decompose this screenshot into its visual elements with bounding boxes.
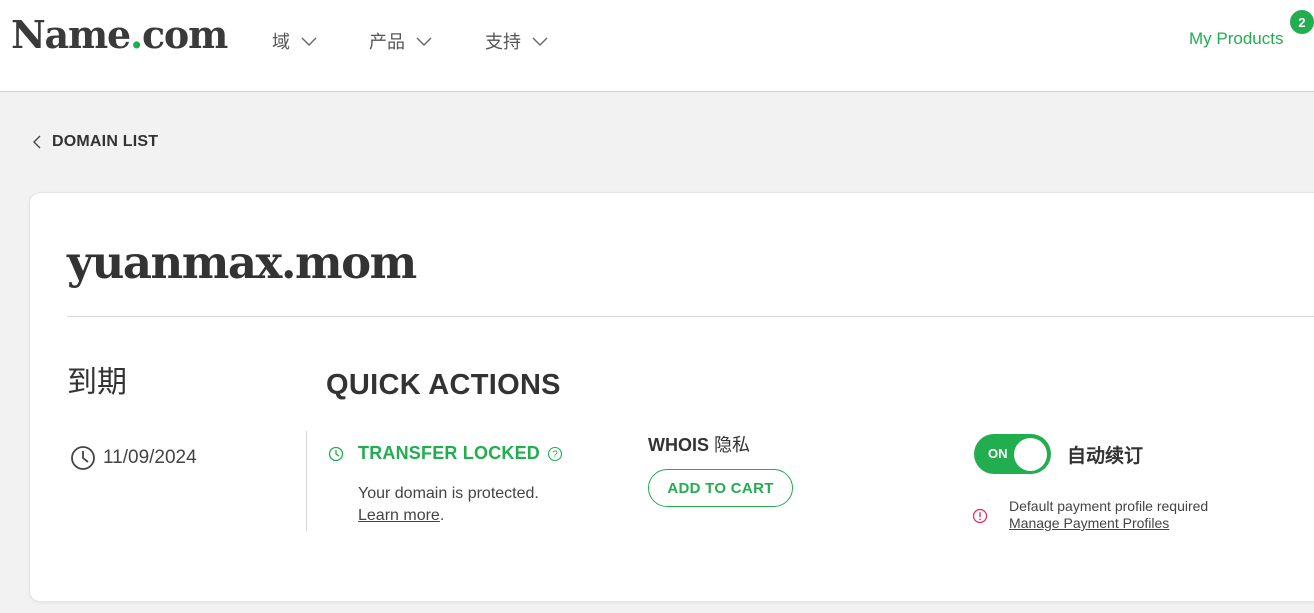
transfer-lock-text: Your domain is protected. bbox=[358, 485, 539, 502]
domain-detail-card: yuanmax.mom 到期 11/09/2024 QUICK ACTIONS … bbox=[30, 193, 1314, 601]
auto-renew-label: 自动续订 bbox=[1067, 446, 1144, 467]
toggle-knob bbox=[1014, 438, 1047, 471]
learn-more-row: Learn more. bbox=[358, 505, 539, 527]
transfer-lock-description: Your domain is protected. Learn more. bbox=[358, 483, 539, 527]
nav-products-label: 产品 bbox=[369, 32, 405, 52]
back-label: DOMAIN LIST bbox=[52, 133, 159, 150]
clock-icon bbox=[71, 446, 95, 470]
nav-support-label: 支持 bbox=[485, 32, 521, 52]
toggle-on-text: ON bbox=[988, 446, 1008, 461]
manage-payment-profiles-link[interactable]: Manage Payment Profiles bbox=[1009, 515, 1208, 532]
expiration-date-row: 11/09/2024 bbox=[70, 445, 197, 471]
top-header: Name.com 域 产品 支持 My Products 2 bbox=[0, 0, 1314, 92]
nav-domains[interactable]: 域 bbox=[272, 29, 318, 53]
name-com-logo[interactable]: Name.com bbox=[11, 12, 228, 58]
expiration-date: 11/09/2024 bbox=[103, 447, 197, 468]
learn-more-link[interactable]: Learn more bbox=[358, 507, 440, 524]
add-to-cart-button[interactable]: ADD TO CART bbox=[648, 469, 793, 507]
payment-warning: Default payment profile required Manage … bbox=[1009, 498, 1208, 532]
payment-warning-text: Default payment profile required bbox=[1009, 498, 1209, 514]
whois-label: WHOIS bbox=[648, 435, 709, 455]
transfer-lock-status: TRANSFER LOCKED ? bbox=[328, 443, 563, 464]
card-divider bbox=[67, 316, 1314, 317]
nav-support[interactable]: 支持 bbox=[485, 29, 549, 53]
chevron-down-icon bbox=[532, 37, 548, 46]
whois-privacy-label: WHOIS 隐私 bbox=[648, 431, 750, 457]
my-products-link[interactable]: My Products bbox=[1189, 29, 1283, 49]
domain-name-title: yuanmax.mom bbox=[67, 236, 417, 289]
column-divider bbox=[306, 431, 307, 531]
logo-dot: . bbox=[129, 12, 143, 57]
logo-name: Name bbox=[11, 12, 131, 57]
whois-privacy-cn: 隐私 bbox=[714, 435, 751, 455]
alert-circle-icon bbox=[972, 508, 988, 524]
nav-products[interactable]: 产品 bbox=[369, 29, 433, 53]
expiration-label: 到期 bbox=[67, 366, 127, 399]
back-to-domain-list[interactable]: DOMAIN LIST bbox=[30, 130, 158, 154]
chevron-down-icon bbox=[416, 37, 432, 46]
chevron-down-icon bbox=[301, 37, 317, 46]
cart-count-badge: 2 bbox=[1290, 10, 1314, 34]
chevron-left-icon bbox=[33, 135, 41, 149]
transfer-lock-label: TRANSFER LOCKED bbox=[358, 443, 540, 463]
quick-actions-title: QUICK ACTIONS bbox=[326, 369, 561, 401]
nav-domains-label: 域 bbox=[272, 32, 290, 52]
logo-tld: com bbox=[141, 12, 228, 57]
svg-text:?: ? bbox=[552, 449, 558, 460]
clock-icon bbox=[328, 446, 344, 461]
learn-more-period: . bbox=[439, 507, 445, 524]
help-icon[interactable]: ? bbox=[547, 446, 563, 462]
auto-renew-toggle[interactable]: ON bbox=[974, 434, 1051, 474]
